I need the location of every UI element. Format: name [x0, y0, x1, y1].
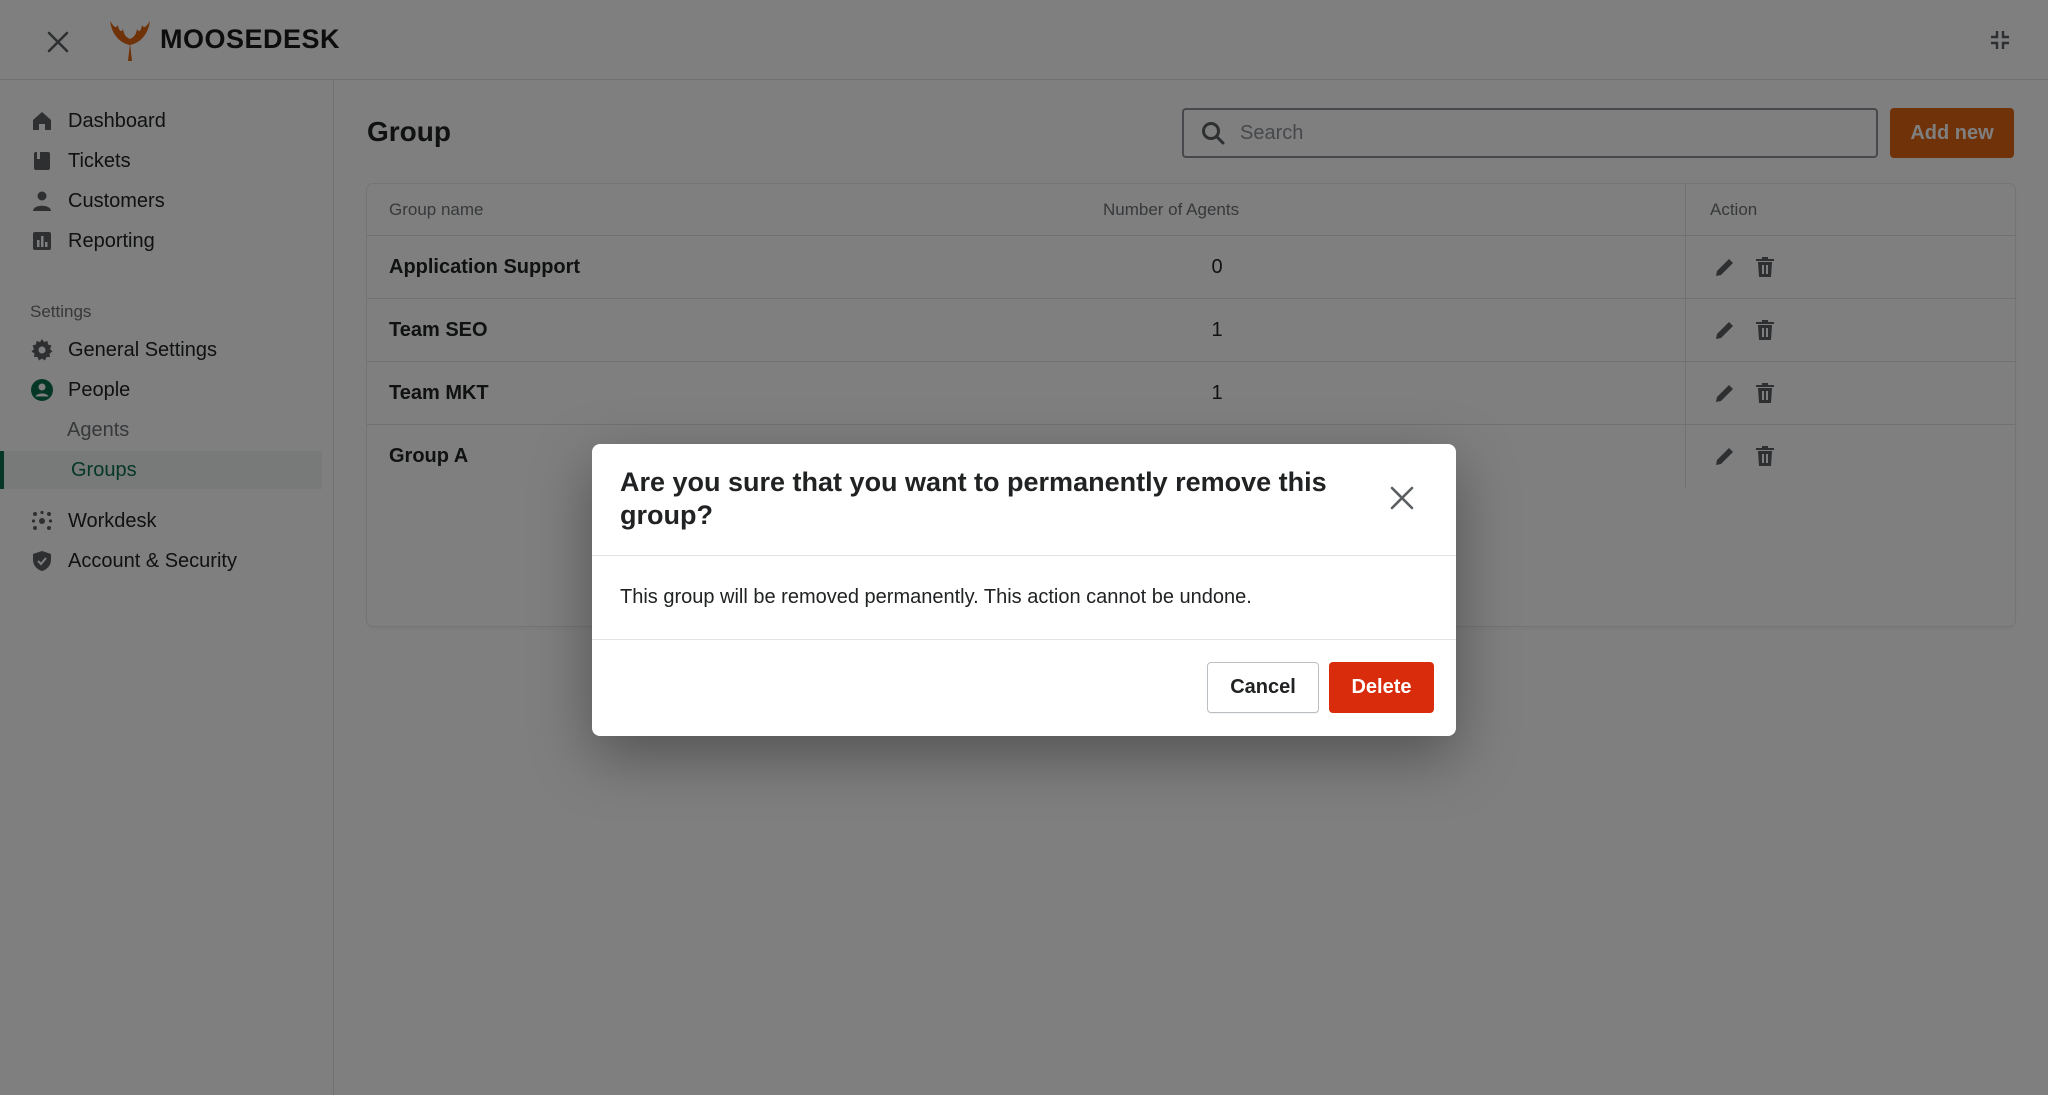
dialog-header: Are you sure that you want to permanentl… [592, 444, 1456, 556]
close-icon [1390, 486, 1414, 510]
dialog-title: Are you sure that you want to permanentl… [620, 467, 1327, 530]
dialog-close-button[interactable] [1384, 480, 1420, 516]
dialog-body: This group will be removed permanently. … [592, 556, 1456, 640]
cancel-button[interactable]: Cancel [1207, 662, 1319, 713]
delete-confirmation-dialog: Are you sure that you want to permanentl… [592, 444, 1456, 736]
delete-button[interactable]: Delete [1329, 662, 1434, 713]
dialog-message: This group will be removed permanently. … [620, 586, 1252, 608]
